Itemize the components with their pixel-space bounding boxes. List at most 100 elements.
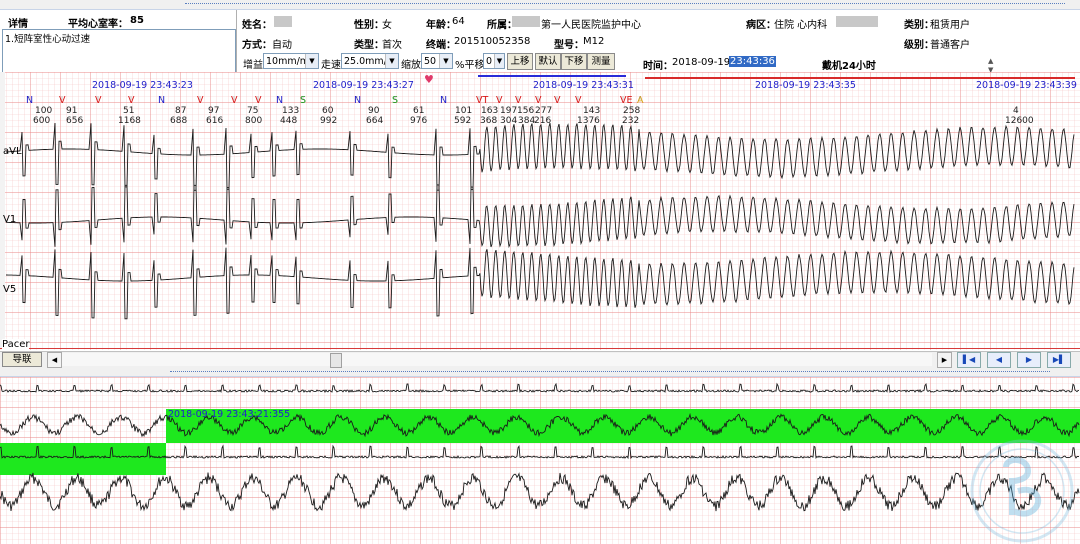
gain-select[interactable]: 10mm/mv ▼ xyxy=(263,53,319,69)
beat-label: A xyxy=(637,95,644,106)
rr-value: 688 xyxy=(170,116,187,126)
zoom-select-value: 50 xyxy=(424,56,437,67)
detail-label: 详情 xyxy=(8,19,28,30)
chevron-down-icon: ▼ xyxy=(385,54,398,68)
rr-value: 12600 xyxy=(1005,116,1034,126)
hr-value: 156 xyxy=(517,106,534,116)
model-label: 型号： xyxy=(554,40,584,51)
beat-label: V xyxy=(197,95,204,106)
level-value: 普通客户 xyxy=(930,40,970,51)
hr-value: 60 xyxy=(322,106,334,116)
wear-label: 戴机24小时 xyxy=(822,61,876,72)
hr-value: 75 xyxy=(247,106,258,116)
rr-value: 616 xyxy=(206,116,223,126)
lead-label-v5: V5 xyxy=(3,284,17,295)
scroll-right-icon[interactable]: ▶ xyxy=(937,352,952,368)
rr-value: 1168 xyxy=(118,116,141,126)
measure-button[interactable]: 测量 xyxy=(587,53,615,70)
overview-selection-highlight-prev[interactable] xyxy=(0,443,166,475)
time-date: 2018-09-19 xyxy=(672,57,731,68)
shift-label: %平移 xyxy=(455,60,485,71)
speed-label: 走速 xyxy=(321,60,341,71)
hr-value: 91 xyxy=(66,106,77,116)
avg-hr-value: 85 xyxy=(130,15,144,26)
ward-value-masked xyxy=(836,16,878,27)
hr-value: 197 xyxy=(500,106,517,116)
ward-label: 病区： xyxy=(746,20,776,31)
overview-selection-highlight[interactable] xyxy=(166,409,1080,443)
rr-value: 448 xyxy=(280,116,297,126)
hr-value: 87 xyxy=(175,106,186,116)
beat-label: VE xyxy=(620,95,633,106)
hr-value: 143 xyxy=(583,106,600,116)
lead-button[interactable]: 导联 xyxy=(2,352,42,367)
move-up-button[interactable]: 上移 xyxy=(507,53,533,70)
sex-value: 女 xyxy=(382,20,392,31)
scrollbar-thumb[interactable] xyxy=(330,353,342,368)
ecg-main-chart[interactable]: 2018-09-19 23:43:23 2018-09-19 23:43:27 20… xyxy=(0,72,1080,350)
pacer-line xyxy=(0,348,1080,349)
beat-label: N xyxy=(440,95,447,106)
org-value-masked xyxy=(512,16,540,27)
hr-value: 97 xyxy=(208,106,219,116)
beat-label: N xyxy=(276,95,283,106)
spinner-up-icon[interactable]: ▲ xyxy=(988,57,993,65)
lead-label-avl: aVL xyxy=(3,146,22,157)
hr-value: 100 xyxy=(35,106,52,116)
shift-select[interactable]: 0 ▼ xyxy=(483,53,505,69)
ecg-overview-chart[interactable] xyxy=(0,377,1080,544)
terminal-value: 201510052358 xyxy=(454,36,531,47)
beat-label: V xyxy=(535,95,542,106)
org-value: 第一人民医院监护中心 xyxy=(541,20,641,31)
rr-value: 664 xyxy=(366,116,383,126)
heart-icon[interactable]: ♥ xyxy=(424,73,434,86)
beat-label: V xyxy=(231,95,238,106)
timestamp-label: 2018-09-19 23:43:27 xyxy=(313,80,414,91)
sex-label: 性别： xyxy=(354,20,384,31)
hr-value: 277 xyxy=(535,106,552,116)
ward-value: 住院 心内科 xyxy=(774,20,828,31)
gain-label: 增益 xyxy=(243,60,263,71)
beat-label: N xyxy=(26,95,33,106)
rr-value: 592 xyxy=(454,116,471,126)
beat-label: N xyxy=(158,95,165,106)
rr-value: 216 xyxy=(534,116,551,126)
move-down-button[interactable]: 下移 xyxy=(561,53,587,70)
hr-value: 163 xyxy=(481,106,498,116)
category-value: 租赁用户 xyxy=(930,20,970,31)
hr-value: 258 xyxy=(623,106,640,116)
beat-label: N xyxy=(354,95,361,106)
timestamp-label: 2018-09-19 23:43:23 xyxy=(92,80,193,91)
beat-label: V xyxy=(515,95,522,106)
scroll-left-icon[interactable]: ◀ xyxy=(47,352,62,368)
beat-label: VT xyxy=(476,95,488,106)
zoom-select[interactable]: 50 ▼ xyxy=(421,53,453,69)
avg-hr-label: 平均心室率： xyxy=(68,19,128,30)
chevron-down-icon: ▼ xyxy=(494,54,504,68)
top-splitter-handle[interactable] xyxy=(185,3,1065,6)
rr-value: 800 xyxy=(245,116,262,126)
rr-value: 1376 xyxy=(577,116,600,126)
rr-value: 368 xyxy=(480,116,497,126)
hr-value: 133 xyxy=(282,106,299,116)
horizontal-scrollbar[interactable] xyxy=(62,353,932,366)
middle-splitter-handle[interactable] xyxy=(170,371,1050,374)
first-page-icon[interactable]: ▌◀ xyxy=(957,352,981,368)
terminal-label: 终端： xyxy=(426,40,456,51)
beat-label: V xyxy=(95,95,102,106)
hr-value: 51 xyxy=(123,106,134,116)
default-button[interactable]: 默认 xyxy=(535,53,561,70)
rr-value: 304 xyxy=(500,116,517,126)
model-value: M12 xyxy=(583,36,605,47)
lead-label-v1: V1 xyxy=(3,214,17,225)
speed-select[interactable]: 25.0mm/s ▼ xyxy=(341,53,399,69)
last-page-icon[interactable]: ▶▌ xyxy=(1047,352,1071,368)
time-clock: 23:43:36 xyxy=(729,56,776,67)
prev-page-icon[interactable]: ◀ xyxy=(987,352,1011,368)
rr-value: 656 xyxy=(66,116,83,126)
next-page-icon[interactable]: ▶ xyxy=(1017,352,1041,368)
rr-value: 992 xyxy=(320,116,337,126)
beat-label: V xyxy=(496,95,503,106)
beat-label: V xyxy=(59,95,66,106)
hr-value: 4 xyxy=(1013,106,1019,116)
